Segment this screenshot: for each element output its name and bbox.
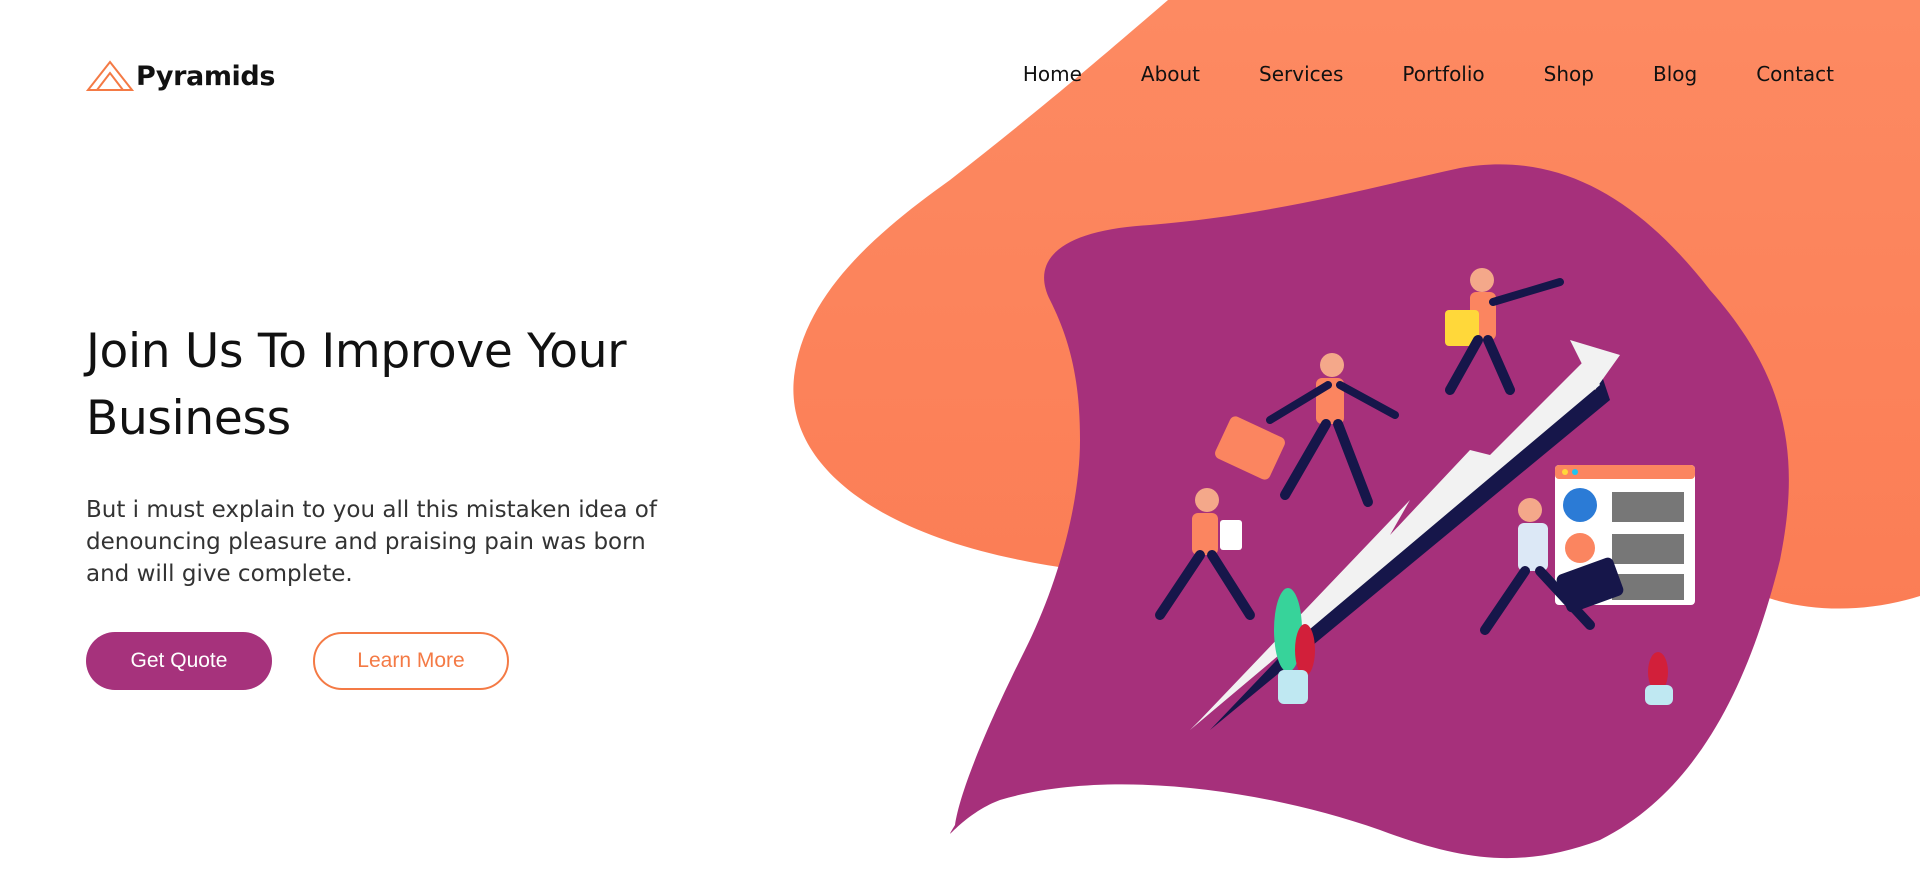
team-growth-illustration — [1155, 268, 1695, 730]
hero-actions: Get Quote Learn More — [86, 632, 726, 690]
nav-services[interactable]: Services — [1259, 62, 1343, 86]
learn-more-button[interactable]: Learn More — [313, 632, 509, 690]
nav-portfolio[interactable]: Portfolio — [1402, 62, 1484, 86]
hero-section: Join Us To Improve Your Business But i m… — [86, 318, 726, 690]
hero-title: Join Us To Improve Your Business — [86, 324, 627, 446]
nav-contact[interactable]: Contact — [1756, 62, 1834, 86]
pyramid-logo-icon — [86, 60, 134, 91]
nav-home[interactable]: Home — [1023, 62, 1082, 86]
nav-shop[interactable]: Shop — [1544, 62, 1594, 86]
main-nav: Home About Services Portfolio Shop Blog … — [964, 62, 1834, 86]
person-middle — [1215, 353, 1399, 507]
brand-name: Pyramids — [136, 60, 276, 92]
nav-blog[interactable]: Blog — [1653, 62, 1697, 86]
person-woman — [1155, 488, 1255, 620]
brand-logo[interactable]: Pyramids — [86, 60, 275, 92]
person-top — [1445, 268, 1564, 395]
hero-description: But i must explain to you all this mista… — [86, 497, 657, 587]
nav-about[interactable]: About — [1141, 62, 1200, 86]
plant-left — [1274, 588, 1315, 704]
get-quote-button[interactable]: Get Quote — [86, 632, 272, 690]
plant-right — [1645, 652, 1673, 705]
